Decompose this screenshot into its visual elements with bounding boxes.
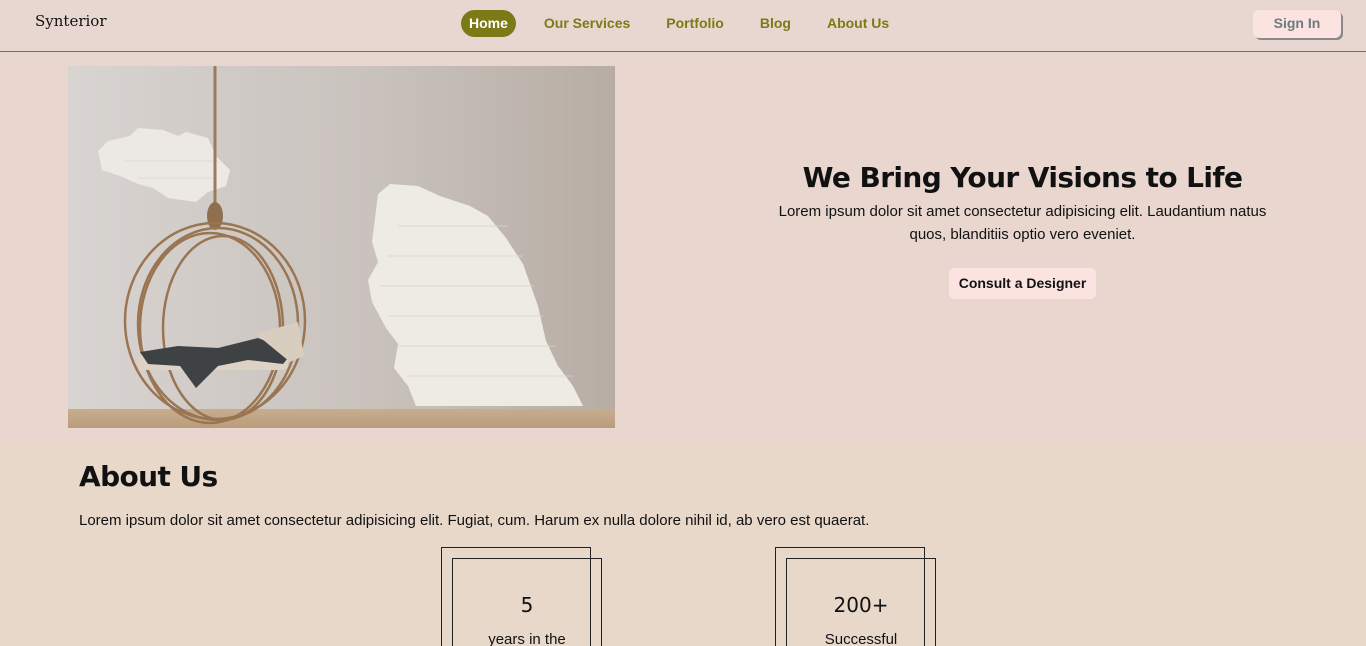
about-description: Lorem ipsum dolor sit amet consectetur a…	[79, 512, 870, 529]
site-header: Synterior Home Our Services Portfolio Bl…	[0, 0, 1366, 52]
stat-card: 200+ Successful	[775, 547, 936, 646]
hero-title: We Bring Your Visions to Life	[802, 161, 1243, 194]
stat-label: Successful	[824, 631, 898, 646]
nav-home[interactable]: Home	[461, 10, 516, 37]
nav-portfolio[interactable]: Portfolio	[666, 10, 724, 37]
nav-our-services[interactable]: Our Services	[544, 10, 630, 37]
stat-value: 200+	[833, 593, 889, 617]
hero-description: Lorem ipsum dolor sit amet consectetur a…	[778, 203, 1267, 243]
stat-value: 5	[520, 593, 534, 617]
stat-card-body: 5 years in the	[452, 558, 602, 646]
stat-card-body: 200+ Successful	[786, 558, 936, 646]
sign-in-button[interactable]: Sign In	[1253, 10, 1341, 38]
site-logo[interactable]: Synterior	[35, 12, 106, 30]
about-section: About Us Lorem ipsum dolor sit amet cons…	[0, 444, 1366, 646]
main-nav: Home Our Services Portfolio Blog About U…	[461, 10, 925, 37]
nav-about-us[interactable]: About Us	[827, 10, 889, 37]
stat-card: 5 years in the	[441, 547, 602, 646]
stat-label: years in the	[488, 631, 566, 646]
hero-image	[68, 66, 615, 428]
hero-text: We Bring Your Visions to Life Lorem ipsu…	[760, 161, 1285, 299]
hero-section: We Bring Your Visions to Life Lorem ipsu…	[0, 53, 1366, 444]
about-title: About Us	[79, 460, 218, 493]
nav-blog[interactable]: Blog	[760, 10, 791, 37]
consult-designer-button[interactable]: Consult a Designer	[948, 268, 1097, 299]
